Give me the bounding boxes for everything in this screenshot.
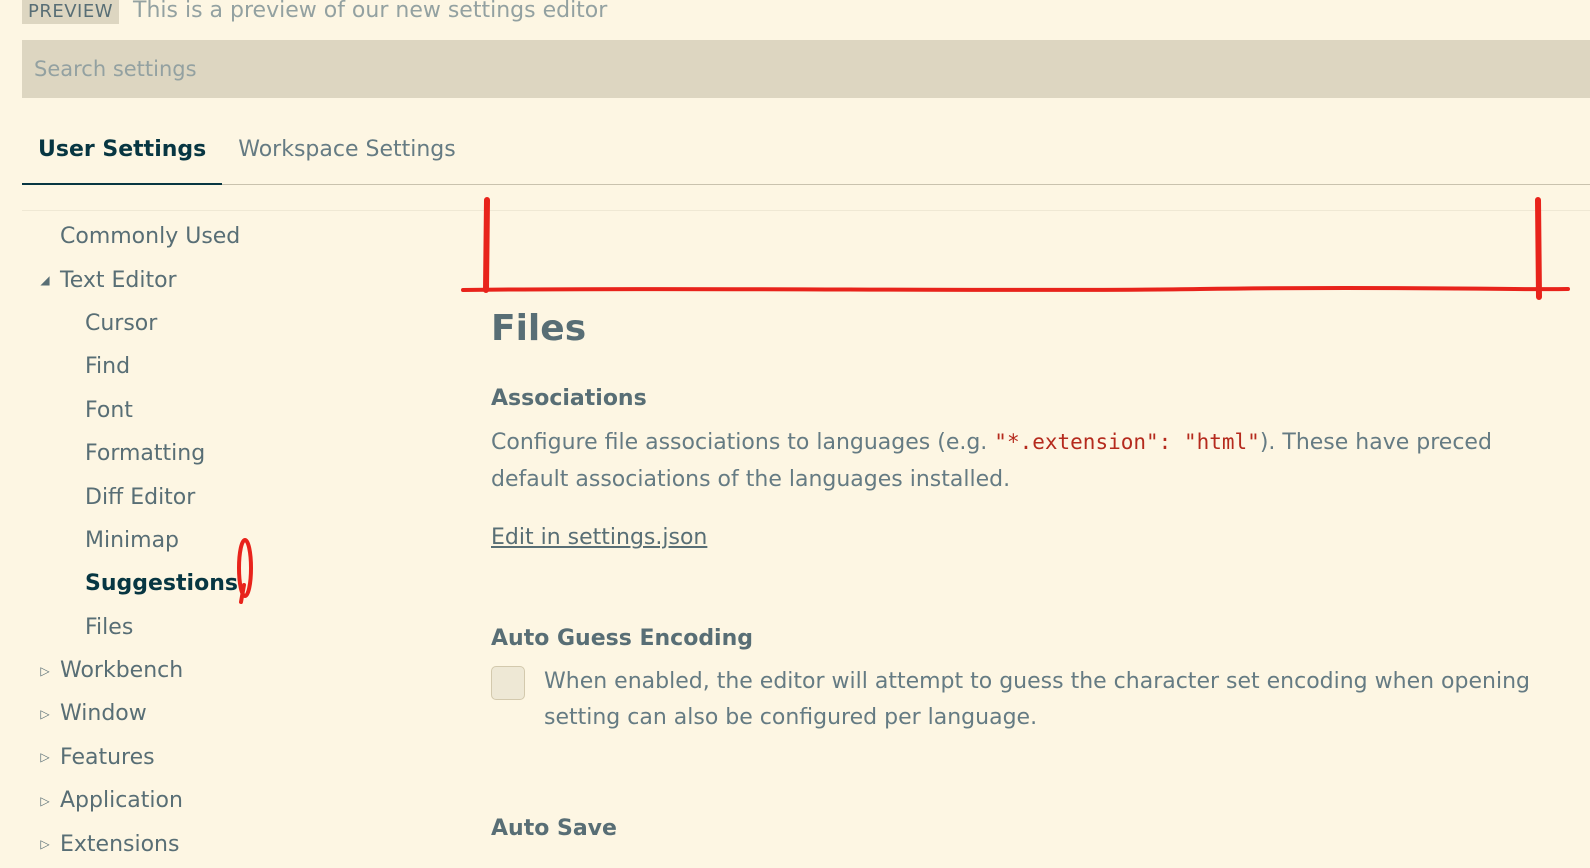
setting-desc-associations-line2: default associations of the languages in… bbox=[491, 467, 1011, 492]
setting-label-auto-save: Auto Save bbox=[491, 816, 617, 841]
toc-item-label: Minimap bbox=[85, 527, 180, 553]
toc-item-label: Window bbox=[60, 701, 147, 727]
setting-label-auto-guess-encoding: Auto Guess Encoding bbox=[491, 626, 754, 651]
toc-item-label: Find bbox=[85, 354, 131, 380]
desc-text: ). These have preced bbox=[1259, 430, 1492, 455]
toc-item-label: Commonly Used bbox=[60, 224, 241, 250]
toc-item-label: Application bbox=[60, 788, 183, 814]
collapsed-arrow-icon: ▷ bbox=[40, 706, 50, 721]
tab-workspace-settings[interactable]: Workspace Settings bbox=[222, 120, 471, 184]
toc-item-label: Diff Editor bbox=[85, 484, 196, 510]
expanded-arrow-icon: ◢ bbox=[40, 273, 50, 288]
toc-item-minimap[interactable]: Minimap bbox=[22, 519, 462, 562]
annotation-bracket-left bbox=[483, 197, 490, 293]
search-input[interactable] bbox=[22, 40, 1590, 98]
toc-item-suggestions[interactable]: Suggestions bbox=[22, 562, 462, 605]
auto-guess-encoding-checkbox[interactable] bbox=[491, 666, 525, 700]
toc-item-label: Workbench bbox=[60, 658, 184, 684]
setting-label-associations: Associations bbox=[491, 386, 647, 411]
toc-item-text-editor[interactable]: ◢ Text Editor bbox=[22, 258, 462, 301]
search-box[interactable] bbox=[22, 40, 1590, 98]
collapsed-arrow-icon: ▷ bbox=[40, 663, 50, 678]
annotation-bracket bbox=[461, 285, 1570, 292]
settings-tabs: User Settings Workspace Settings bbox=[22, 120, 1590, 185]
edit-in-settings-json-link[interactable]: Edit in settings.json bbox=[491, 525, 707, 550]
toc-divider bbox=[22, 210, 1590, 211]
toc-item-font[interactable]: Font bbox=[22, 389, 462, 432]
toc-item-label: Features bbox=[60, 744, 155, 770]
desc-text: Configure file associations to languages… bbox=[491, 430, 995, 455]
annotation-bracket-right bbox=[1535, 197, 1542, 300]
desc-line: setting can also be configured per langu… bbox=[544, 705, 1038, 730]
preview-badge: PREVIEW bbox=[22, 0, 120, 24]
toc-item-workbench[interactable]: ▷ Workbench bbox=[22, 649, 462, 692]
collapsed-arrow-icon: ▷ bbox=[40, 837, 50, 852]
toc-item-find[interactable]: Find bbox=[22, 345, 462, 388]
toc-item-cursor[interactable]: Cursor bbox=[22, 302, 462, 345]
toc-item-label: Font bbox=[85, 397, 133, 423]
desc-code-example: "*.extension": "html" bbox=[994, 430, 1260, 454]
settings-toc: Commonly Used ◢ Text Editor Cursor Find Font F… bbox=[22, 215, 462, 866]
preview-text: This is a preview of our new settings ed… bbox=[133, 0, 608, 23]
toc-item-label: Cursor bbox=[85, 310, 158, 336]
setting-desc-auto-guess-encoding: When enabled, the editor will attempt to… bbox=[544, 664, 1530, 736]
desc-line: When enabled, the editor will attempt to… bbox=[544, 669, 1530, 694]
toc-item-label: Text Editor bbox=[60, 267, 177, 293]
toc-item-label: Suggestions bbox=[85, 571, 238, 597]
settings-editor: PREVIEW This is a preview of our new set… bbox=[0, 0, 1590, 868]
toc-item-label: Formatting bbox=[85, 441, 206, 467]
toc-item-diff-editor[interactable]: Diff Editor bbox=[22, 475, 462, 518]
toc-item-formatting[interactable]: Formatting bbox=[22, 432, 462, 475]
tab-user-settings[interactable]: User Settings bbox=[22, 120, 223, 185]
toc-item-window[interactable]: ▷ Window bbox=[22, 692, 462, 735]
toc-item-commonly-used[interactable]: Commonly Used bbox=[22, 215, 462, 258]
toc-item-label: Extensions bbox=[60, 831, 180, 857]
setting-desc-associations: Configure file associations to languages… bbox=[491, 424, 1492, 461]
collapsed-arrow-icon: ▷ bbox=[40, 750, 50, 765]
preview-banner: PREVIEW This is a preview of our new set… bbox=[22, 0, 607, 24]
toc-item-features[interactable]: ▷ Features bbox=[22, 736, 462, 779]
toc-item-extensions[interactable]: ▷ Extensions bbox=[22, 822, 462, 865]
section-title-files: Files bbox=[491, 308, 587, 349]
toc-item-application[interactable]: ▷ Application bbox=[22, 779, 462, 822]
toc-item-files[interactable]: Files bbox=[22, 606, 462, 649]
collapsed-arrow-icon: ▷ bbox=[40, 793, 50, 808]
toc-item-label: Files bbox=[85, 614, 134, 640]
